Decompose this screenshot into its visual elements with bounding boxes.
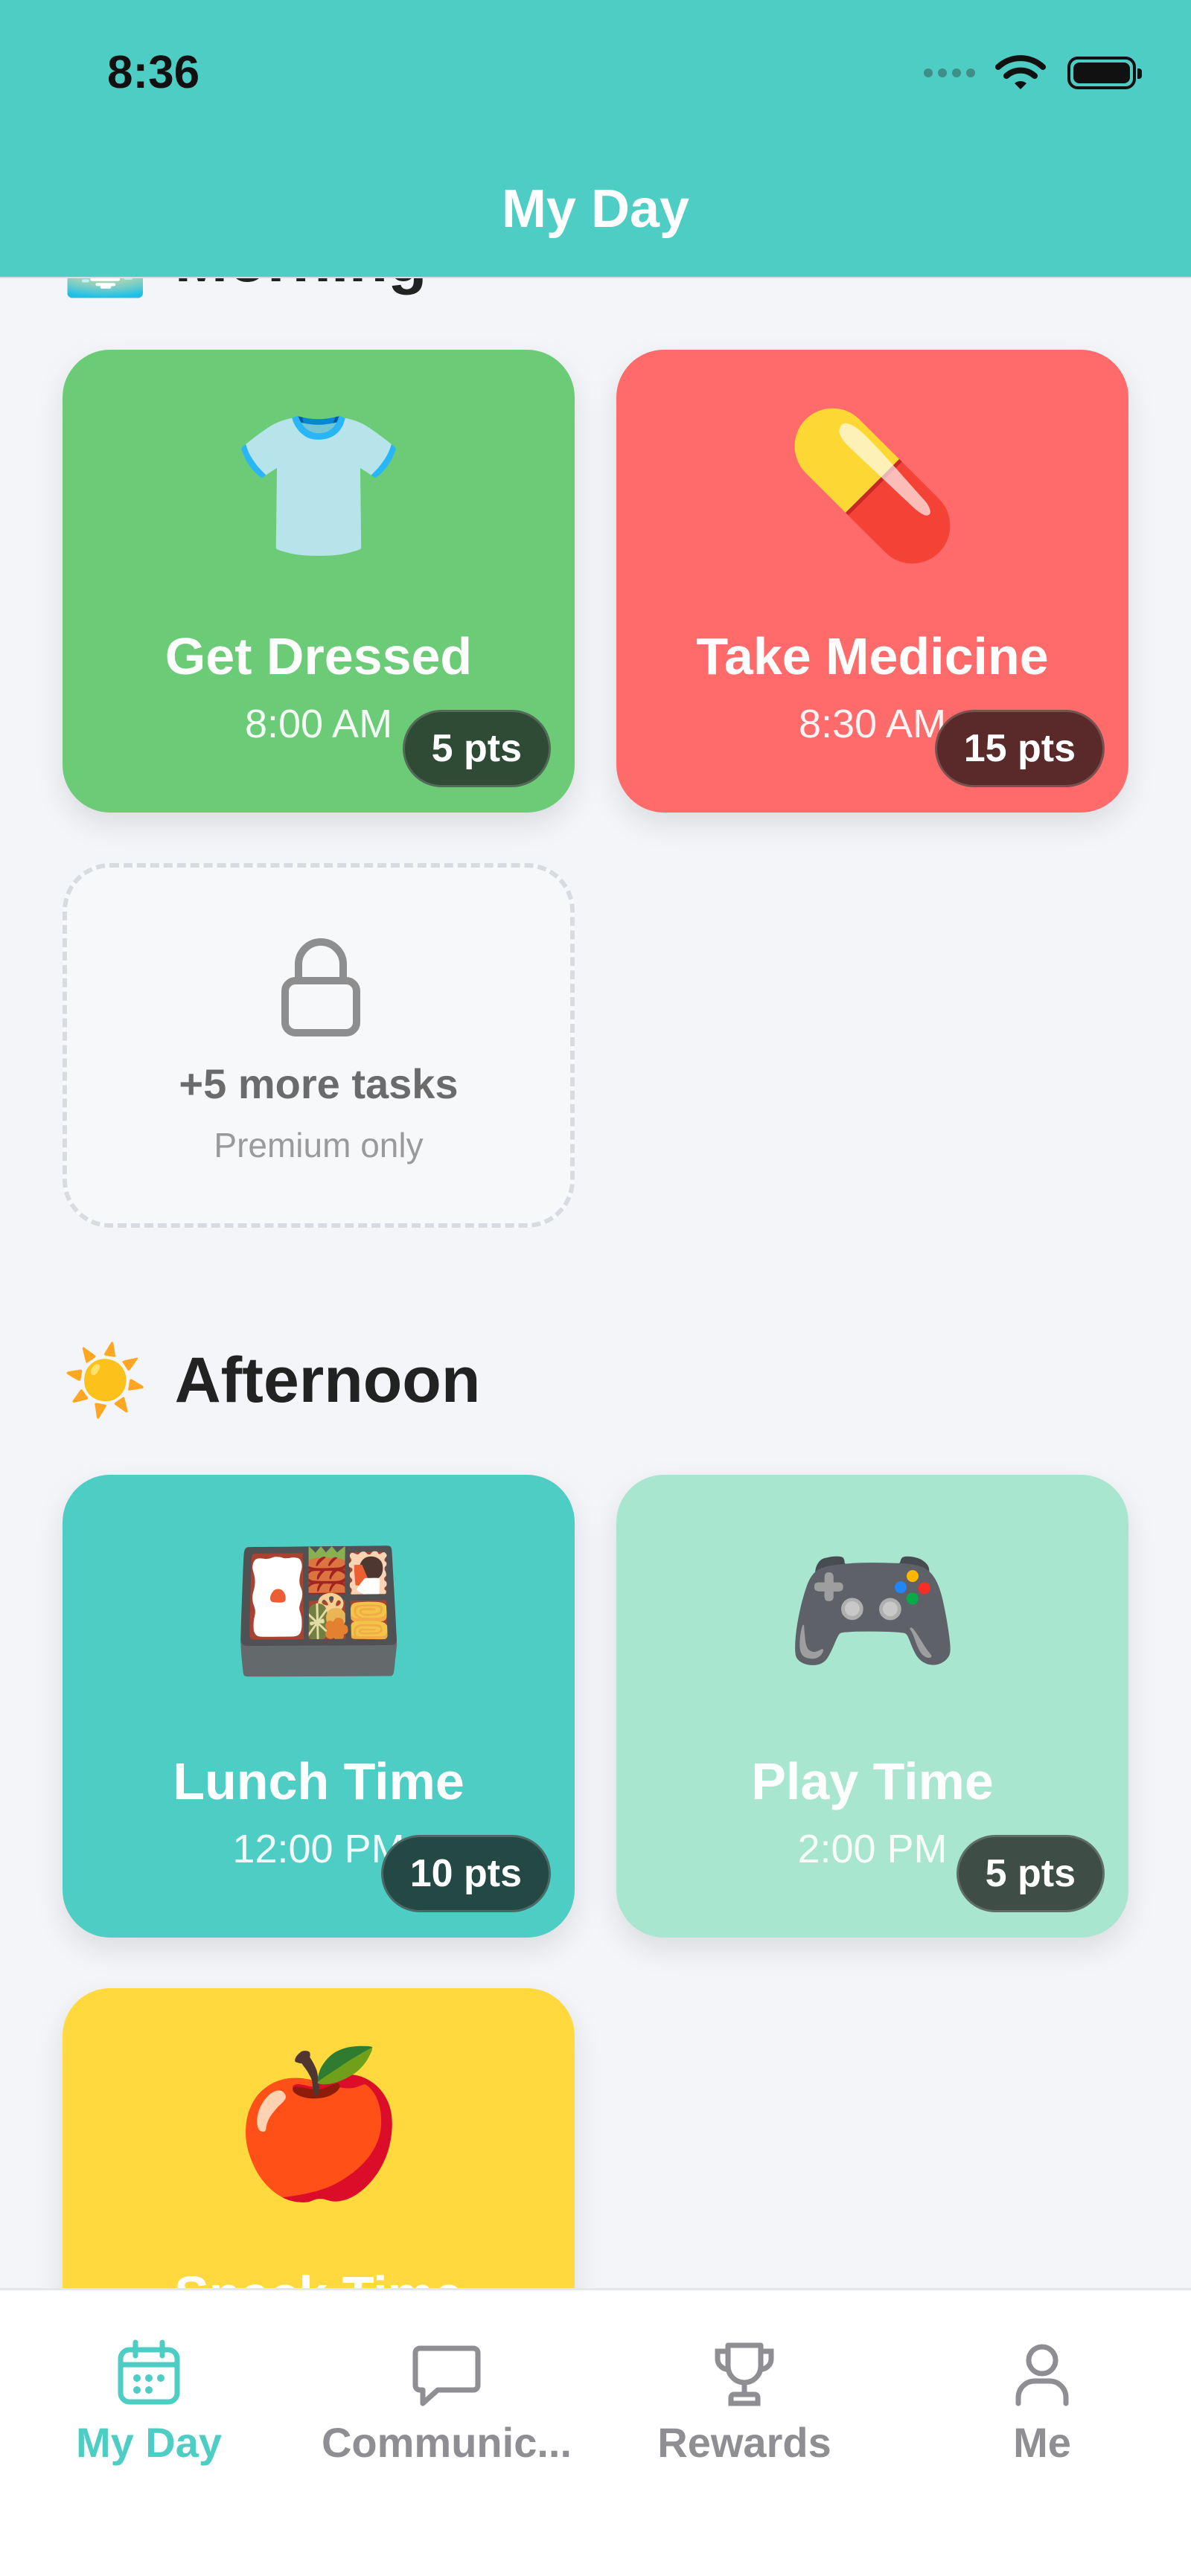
tab-me[interactable]: Me — [893, 2338, 1191, 2467]
tab-bar: My Day Communic... Rewards Me — [0, 2288, 1191, 2576]
tab-my-day[interactable]: My Day — [0, 2338, 298, 2467]
status-indicators — [924, 54, 1142, 92]
game-controller-icon: 🎮 — [784, 1532, 961, 1690]
tab-label: Me — [1013, 2419, 1071, 2466]
section-title-afternoon: Afternoon — [174, 1345, 481, 1416]
bento-box-icon: 🍱 — [230, 1532, 407, 1690]
shirt-icon: 👕 — [230, 407, 407, 565]
tab-rewards[interactable]: Rewards — [596, 2338, 893, 2467]
trophy-icon — [715, 2342, 774, 2406]
status-time: 8:36 — [107, 47, 200, 98]
task-title: Take Medicine — [696, 627, 1049, 685]
pill-icon: 💊 — [784, 407, 961, 565]
sun-icon: ☀️ — [63, 1342, 148, 1419]
locked-tasks-title: +5 more tasks — [179, 1060, 459, 1107]
battery-icon — [1067, 57, 1142, 89]
task-card-get-dressed[interactable]: 👕 Get Dressed 8:00 AM 5 pts — [63, 350, 575, 813]
wifi-icon — [995, 55, 1046, 89]
task-title: Lunch Time — [173, 1752, 464, 1810]
chat-bubble-icon — [412, 2345, 481, 2406]
lock-icon — [281, 938, 360, 1037]
points-badge: 5 pts — [956, 1835, 1105, 1912]
task-title: Snack Time — [63, 2265, 575, 2288]
apple-icon: 🍎 — [230, 2045, 407, 2203]
section-header-afternoon: ☀️ Afternoon — [63, 1344, 480, 1417]
points-badge: 15 pts — [934, 710, 1105, 787]
task-card-play-time[interactable]: 🎮 Play Time 2:00 PM 5 pts — [616, 1475, 1128, 1938]
page-title: My Day — [501, 179, 690, 239]
calendar-icon — [118, 2339, 180, 2405]
task-title: Get Dressed — [165, 627, 473, 685]
points-badge: 10 pts — [380, 1835, 551, 1912]
tab-label: My Day — [75, 2419, 223, 2466]
task-title: Play Time — [751, 1752, 994, 1810]
day-scroll-content[interactable]: 🌅 Morning 👕 Get Dressed 8:00 AM 5 pts 💊 … — [0, 0, 1191, 2288]
locked-tasks-card[interactable]: +5 more tasks Premium only — [63, 863, 575, 1228]
person-icon — [1015, 2344, 1069, 2406]
tab-label: Communic... — [321, 2419, 572, 2466]
locked-tasks-subtitle: Premium only — [214, 1126, 424, 1164]
task-card-snack-time[interactable]: 🍎 Snack Time — [63, 1988, 575, 2288]
tab-communication[interactable]: Communic... — [298, 2338, 596, 2467]
task-card-lunch-time[interactable]: 🍱 Lunch Time 12:00 PM 10 pts — [63, 1475, 575, 1938]
navigation-header: 8:36 My Day — [0, 0, 1191, 278]
cellular-signal-icon — [924, 68, 975, 77]
points-badge: 5 pts — [402, 710, 551, 787]
tab-label: Rewards — [657, 2419, 831, 2466]
task-card-take-medicine[interactable]: 💊 Take Medicine 8:30 AM 15 pts — [616, 350, 1128, 813]
